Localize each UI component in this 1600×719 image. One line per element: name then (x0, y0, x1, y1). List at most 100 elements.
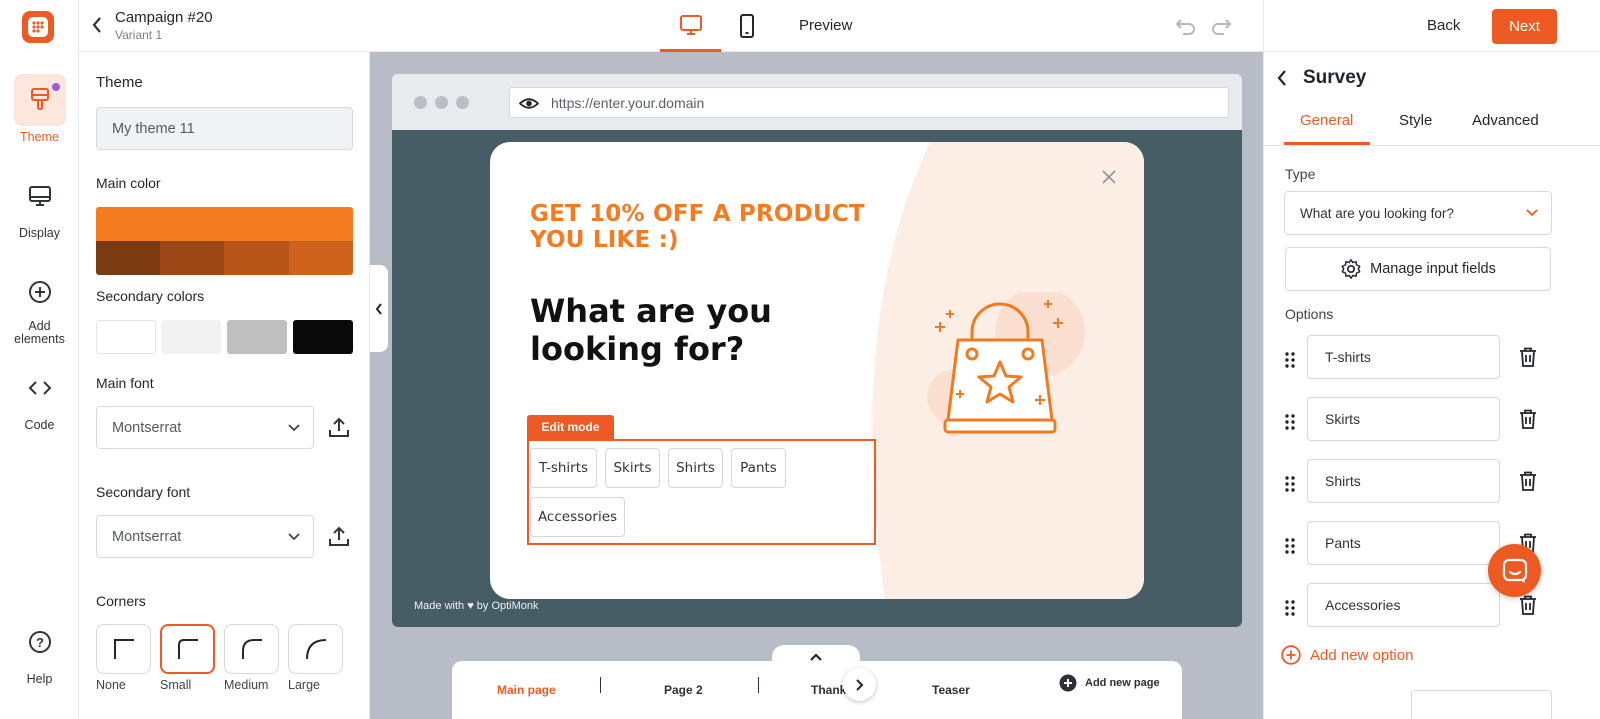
shopping-bag-icon (927, 292, 1085, 434)
survey-option-chip[interactable]: Pants (731, 448, 786, 488)
delete-option-button[interactable] (1519, 347, 1537, 367)
drag-handle[interactable] (1284, 351, 1296, 369)
back-chevron-button[interactable] (91, 16, 103, 34)
delete-option-button[interactable] (1519, 471, 1537, 491)
rail-item-theme[interactable]: Theme (0, 74, 79, 144)
option-input[interactable]: T-shirts (1307, 335, 1500, 379)
survey-option-chip[interactable]: Skirts (605, 448, 660, 488)
rail-item-code[interactable]: Code (0, 362, 79, 432)
rail-item-display[interactable]: Display (0, 170, 79, 240)
type-label: Type (1285, 166, 1316, 182)
type-select[interactable]: What are you looking for? (1284, 191, 1552, 235)
rail-item-help[interactable]: ? Help (0, 616, 79, 686)
main-color-shade-1[interactable] (96, 241, 160, 275)
manage-input-fields-label: Manage input fields (1370, 261, 1496, 277)
rail-add-icon-wrap (14, 266, 66, 318)
secondary-color-4[interactable] (293, 320, 353, 354)
secondary-color-3[interactable] (227, 320, 287, 354)
corner-small-option[interactable] (160, 624, 215, 674)
monitor-icon (28, 186, 51, 206)
add-new-option-button[interactable]: Add new option (1281, 645, 1413, 665)
back-button[interactable]: Back (1427, 17, 1460, 34)
secondary-font-select[interactable]: Montserrat (96, 515, 314, 558)
browser-bar: https://enter.your.domain (392, 74, 1242, 130)
redo-button[interactable] (1210, 17, 1232, 35)
drag-handle-icon (1285, 414, 1295, 430)
delete-option-button[interactable] (1519, 409, 1537, 429)
tab-general[interactable]: General (1300, 112, 1353, 129)
upload-main-font-button[interactable] (327, 416, 351, 440)
page-tab-page-2[interactable]: Page 2 (664, 683, 703, 697)
survey-option-chip[interactable]: Shirts (668, 448, 723, 488)
preview-button[interactable]: Preview (799, 17, 852, 34)
settings-back-button[interactable] (1276, 69, 1288, 87)
made-with-footer: Made with ♥ by OptiMonk (414, 600, 539, 612)
rail-theme-icon-wrap (13, 74, 66, 126)
option-input[interactable]: Pants (1307, 521, 1500, 565)
corner-large-option[interactable] (288, 624, 343, 674)
add-new-page-label: Add new page (1085, 677, 1160, 689)
upload-secondary-font-button[interactable] (327, 525, 351, 549)
tab-advanced[interactable]: Advanced (1472, 112, 1539, 129)
url-text: https://enter.your.domain (551, 94, 705, 111)
survey-element[interactable]: T-shirts Skirts Shirts Pants Accessories (527, 439, 876, 545)
partial-input-field[interactable] (1411, 690, 1552, 719)
chat-icon (1502, 558, 1527, 583)
drag-handle[interactable] (1284, 475, 1296, 493)
mobile-view-button[interactable] (739, 14, 755, 38)
plus-circle-icon (28, 281, 51, 303)
close-icon (1102, 170, 1116, 184)
survey-option-chip[interactable]: T-shirts (530, 448, 597, 488)
manage-input-fields-button[interactable]: Manage input fields (1285, 247, 1551, 291)
delete-option-button[interactable] (1519, 595, 1537, 615)
app-logo[interactable] (20, 9, 56, 45)
corner-label-small: Small (160, 678, 192, 692)
rail-label-help: Help (26, 672, 53, 686)
option-input[interactable]: Skirts (1307, 397, 1500, 441)
next-button[interactable]: Next (1492, 9, 1557, 44)
collapse-panel-button[interactable] (370, 265, 388, 352)
drag-handle[interactable] (1284, 537, 1296, 555)
trash-icon (1520, 595, 1536, 615)
popup-preview[interactable]: GET 10% OFF A PRODUCT YOU LIKE :) What a… (490, 142, 1144, 599)
secondary-colors-label: Secondary colors (96, 288, 205, 304)
drag-handle-icon (1285, 600, 1295, 616)
scroll-pages-right-button[interactable] (843, 668, 876, 701)
secondary-color-1[interactable] (96, 320, 156, 354)
drag-handle-icon (1285, 476, 1295, 492)
chat-launcher-button[interactable] (1488, 544, 1541, 597)
chevron-right-icon (856, 678, 864, 691)
page-tab-thank[interactable]: Thank (811, 683, 846, 697)
corner-none-option[interactable] (96, 624, 151, 674)
theme-name-input[interactable]: My theme 11 (96, 107, 353, 150)
main-color-shade-3[interactable] (224, 241, 289, 275)
expand-pages-button[interactable] (772, 645, 860, 669)
page-tab-teaser[interactable]: Teaser (932, 683, 970, 697)
page-tab-main[interactable]: Main page (497, 683, 556, 697)
undo-button[interactable] (1175, 17, 1197, 35)
option-input[interactable]: Accessories (1307, 583, 1500, 627)
main-font-select[interactable]: Montserrat (96, 406, 314, 449)
option-input[interactable]: Shirts (1307, 459, 1500, 503)
code-icon (28, 381, 51, 395)
desktop-view-button[interactable] (660, 0, 721, 52)
options-label: Options (1285, 306, 1334, 322)
main-color-swatch[interactable] (96, 207, 353, 241)
drag-handle[interactable] (1284, 413, 1296, 431)
popup-close-button[interactable] (1100, 168, 1118, 186)
secondary-color-2[interactable] (161, 320, 221, 354)
main-color-shade-2[interactable] (160, 241, 224, 275)
corner-medium-option[interactable] (224, 624, 279, 674)
survey-option-chip[interactable]: Accessories (530, 497, 625, 537)
corners-label: Corners (96, 593, 146, 609)
main-color-picker[interactable] (96, 207, 353, 275)
main-color-label: Main color (96, 175, 161, 191)
drag-handle[interactable] (1284, 599, 1296, 617)
add-new-page-button[interactable]: Add new page (1059, 674, 1160, 692)
main-color-shade-4[interactable] (289, 241, 353, 275)
main-font-value: Montserrat (112, 419, 182, 436)
corner-label-large: Large (288, 678, 320, 692)
tab-style[interactable]: Style (1399, 112, 1432, 129)
rail-item-add-elements[interactable]: Add elements (0, 266, 79, 346)
url-bar[interactable]: https://enter.your.domain (509, 87, 1229, 118)
